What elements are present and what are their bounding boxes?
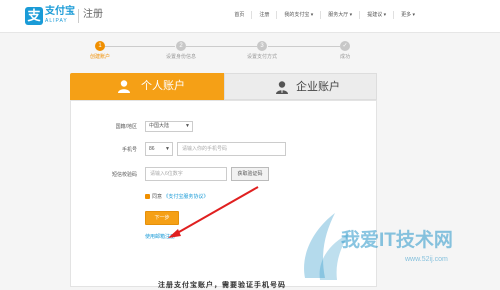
nav-my-alipay[interactable]: 我的支付宝 ▾ (276, 11, 320, 19)
step-1-dot: 1 (95, 41, 105, 51)
step-1-label: 创建账户 (89, 54, 110, 60)
country-code-value: 86 (149, 146, 155, 152)
watermark: 我爱IT技术网 www.52ij.com (295, 208, 500, 287)
progress-steps: 1 2 3 ✓ 创建账户 设置身份信息 设置支付方式 成功 (0, 37, 500, 67)
nav-service-hall[interactable]: 服务大厅 ▾ (320, 11, 359, 19)
step-4-dot: ✓ (340, 41, 350, 51)
agree-text: 同意 (152, 194, 163, 200)
logo-sub: ALIPAY (45, 18, 68, 24)
region-value: 中国大陆 (149, 123, 170, 129)
email-register-link[interactable]: 使用邮箱注册 (145, 234, 175, 241)
account-type-tabs: 个人账户 企业账户 (70, 73, 377, 100)
get-code-button[interactable]: 获取验证码 (231, 167, 269, 181)
user-icon (118, 80, 130, 93)
step-3-dot: 3 (257, 41, 267, 51)
chevron-down-icon: ▼ (165, 146, 170, 152)
bottom-caption: 注册支付宝账户，需要验证手机号码 (158, 282, 286, 289)
nav-register[interactable]: 注册 (251, 11, 276, 19)
country-code-select[interactable]: 86 ▼ (145, 142, 173, 156)
tab-business-account[interactable]: 企业账户 (224, 73, 377, 100)
tab-business-label: 企业账户 (296, 81, 340, 93)
step-2-label: 设置身份信息 (165, 54, 196, 60)
nav-suggestion[interactable]: 提建议 ▾ (359, 11, 393, 19)
logo-name: 支付宝 (45, 6, 75, 17)
step-connector (268, 46, 340, 47)
mobile-label: 手机号 (121, 147, 137, 153)
business-user-icon (276, 81, 288, 94)
logo-divider (78, 9, 79, 23)
watermark-url: www.52ij.com (405, 256, 448, 263)
watermark-text: 我爱IT技术网 (341, 230, 453, 251)
mobile-input[interactable]: 请输入你的手机号码 (177, 142, 286, 156)
alipay-logo-icon[interactable]: 支 (25, 7, 43, 25)
agreement-row: 同意 《支付宝服务协议》 (145, 194, 208, 201)
agree-checkbox[interactable] (145, 194, 150, 200)
step-3-label: 设置支付方式 (246, 54, 277, 60)
sms-code-label: 短信校验码 (111, 172, 137, 178)
chevron-down-icon: ▼ (185, 123, 190, 129)
tab-personal-label: 个人账户 (141, 80, 185, 92)
nav-home[interactable]: 首页 (227, 11, 251, 19)
tab-personal-account[interactable]: 个人账户 (70, 73, 224, 100)
step-2-dot: 2 (176, 41, 186, 51)
nav-more[interactable]: 更多 ▾ (393, 11, 422, 19)
step-connector (186, 46, 257, 47)
step-connector (105, 46, 175, 47)
sms-code-input[interactable]: 请输入6位数字 (145, 167, 227, 181)
top-nav: 首页 注册 我的支付宝 ▾ 服务大厅 ▾ 提建议 ▾ 更多 ▾ (227, 11, 422, 19)
region-select[interactable]: 中国大陆 ▼ (145, 121, 193, 132)
next-button[interactable]: 下一步 (145, 211, 179, 225)
service-agreement-link[interactable]: 《支付宝服务协议》 (163, 194, 208, 200)
top-header: 支 支付宝 ALIPAY 注册 首页 注册 我的支付宝 ▾ 服务大厅 ▾ 提建议… (0, 0, 500, 33)
page-title: 注册 (83, 9, 103, 20)
step-4-label: 成功 (339, 54, 350, 60)
logo-mark: 支 (27, 8, 41, 23)
region-label: 国籍/地区 (115, 124, 137, 130)
